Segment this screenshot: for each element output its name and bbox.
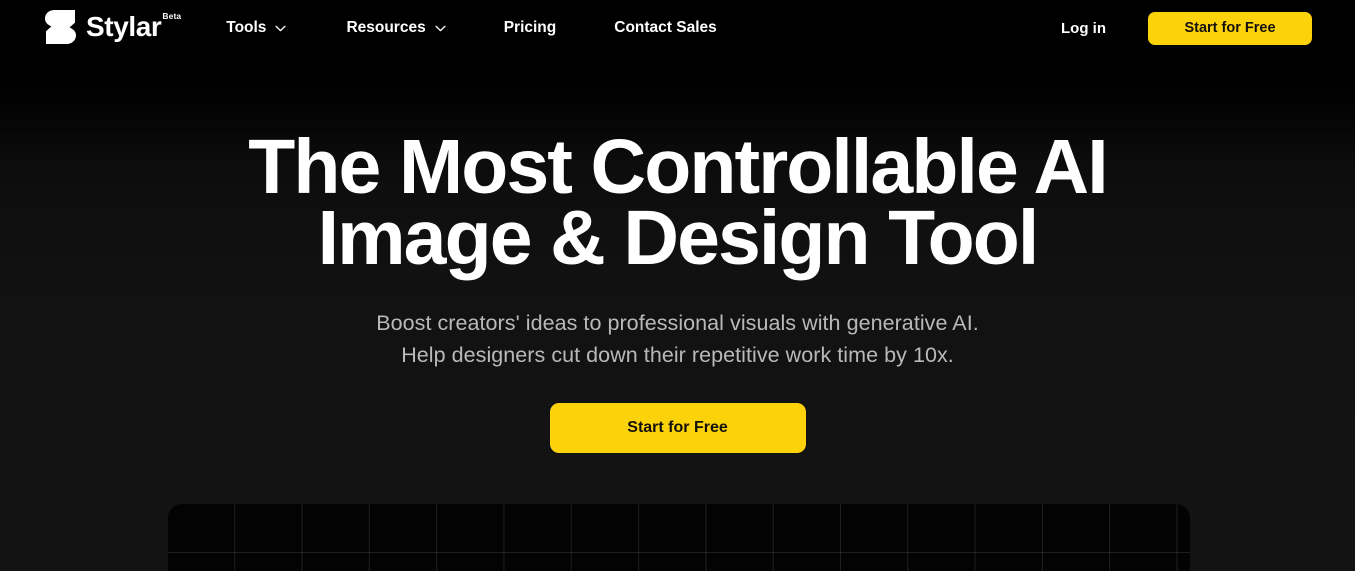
header-actions: Log in Start for Free xyxy=(1061,0,1312,56)
beta-badge: Beta xyxy=(162,11,182,21)
chevron-down-icon xyxy=(435,25,446,31)
brand-name: Stylar xyxy=(86,11,162,42)
nav-item-contact-sales[interactable]: Contact Sales xyxy=(614,0,717,56)
hero-section: The Most Controllable AI Image & Design … xyxy=(0,56,1355,453)
stylar-s-logo-icon xyxy=(45,10,76,44)
headline-line-1: The Most Controllable AI xyxy=(248,124,1108,210)
subtitle-line-1: Boost creators' ideas to professional vi… xyxy=(376,311,979,335)
hero-start-for-free-button[interactable]: Start for Free xyxy=(549,403,806,453)
header-start-for-free-button[interactable]: Start for Free xyxy=(1148,11,1312,45)
hero-cta-container: Start for Free xyxy=(0,403,1355,453)
nav-item-pricing[interactable]: Pricing xyxy=(504,0,557,56)
subtitle-line-2: Help designers cut down their repetitive… xyxy=(401,343,954,367)
nav-item-tools[interactable]: Tools xyxy=(226,0,287,56)
page-title: The Most Controllable AI Image & Design … xyxy=(0,124,1355,281)
grid-pattern xyxy=(168,504,1190,571)
site-header: Stylar Beta Tools Resources Pricing Cont… xyxy=(0,0,1355,56)
nav-item-tools-label: Tools xyxy=(226,19,267,36)
chevron-down-icon xyxy=(275,25,287,31)
nav-item-resources[interactable]: Resources xyxy=(346,0,446,56)
nav-item-resources-label: Resources xyxy=(346,19,426,36)
login-link[interactable]: Log in xyxy=(1061,20,1106,37)
headline-line-2: Image & Design Tool xyxy=(317,195,1040,281)
nav-item-pricing-label: Pricing xyxy=(503,19,557,36)
nav-item-contact-sales-label: Contact Sales xyxy=(614,19,717,36)
hero-grid-panel xyxy=(168,504,1190,571)
main-navigation: Tools Resources Pricing Contact Sales xyxy=(226,0,717,56)
hero-subtitle: Boost creators' ideas to professional vi… xyxy=(0,307,1355,371)
landing-page: Stylar Beta Tools Resources Pricing Cont… xyxy=(0,0,1355,571)
brand-logo[interactable]: Stylar Beta xyxy=(45,0,181,56)
